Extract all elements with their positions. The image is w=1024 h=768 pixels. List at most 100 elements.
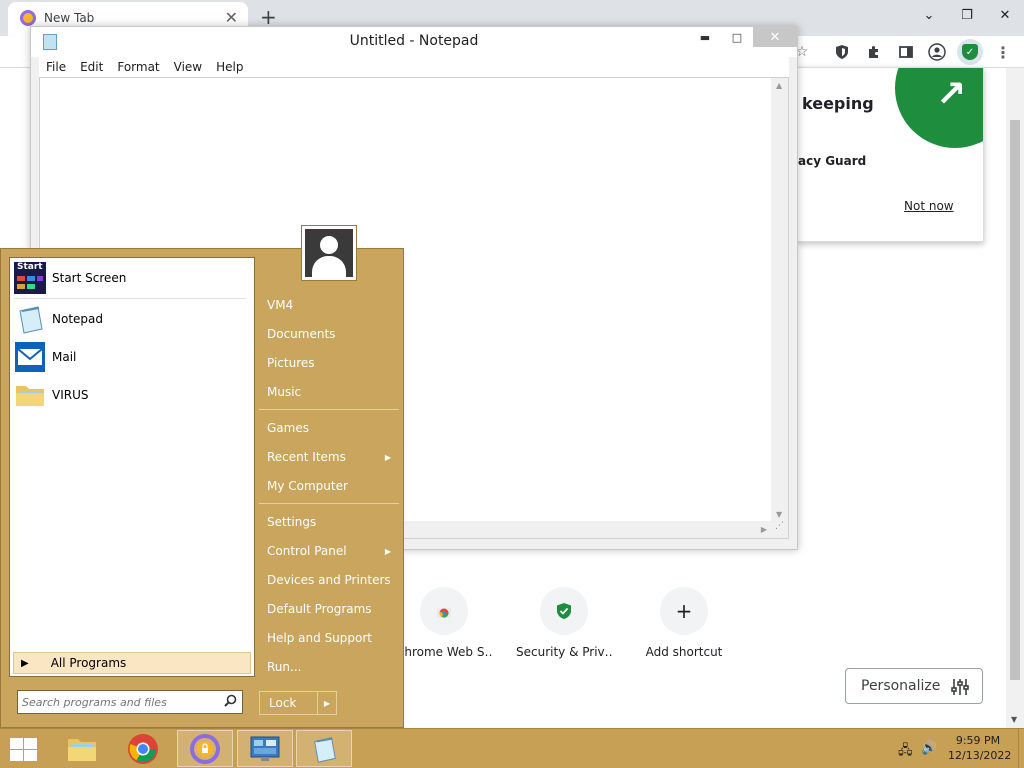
- privacy-browser-icon: [190, 733, 220, 764]
- notepad-titlebar[interactable]: Untitled - Notepad ▬ □ ✕: [31, 27, 797, 57]
- start-item-music[interactable]: Music: [259, 380, 399, 404]
- chrome-restore-button[interactable]: ❐: [948, 0, 986, 30]
- start-item-documents[interactable]: Documents: [259, 322, 399, 346]
- start-right-separator: [259, 409, 399, 410]
- start-item-help-support[interactable]: Help and Support: [259, 626, 399, 650]
- notepad-minimize-button[interactable]: ▬: [689, 27, 721, 47]
- start-item-run[interactable]: Run...: [259, 655, 399, 679]
- notepad-icon: [314, 736, 336, 763]
- start-item-settings[interactable]: Settings: [259, 510, 399, 534]
- start-item-control-panel[interactable]: Control Panel ▶: [259, 539, 399, 563]
- chrome-window-controls: ⌄ ❐ ✕: [910, 0, 1024, 30]
- start-search-box[interactable]: [17, 690, 243, 714]
- chrome-menu-icon[interactable]: ⋮: [993, 42, 1013, 62]
- scroll-down-icon[interactable]: ▼: [1011, 715, 1017, 724]
- user-avatar-icon: [305, 229, 353, 277]
- start-item-recent-items[interactable]: Recent Items ▶: [259, 445, 399, 469]
- menu-help[interactable]: Help: [209, 57, 250, 77]
- start-item-games[interactable]: Games: [259, 416, 399, 440]
- extension-shield-icon[interactable]: [832, 42, 852, 62]
- sliders-icon: [950, 677, 970, 701]
- shortcut-add[interactable]: + Add shortcut: [636, 587, 732, 659]
- program-notepad[interactable]: Notepad: [14, 301, 250, 337]
- taskbar-control-panel[interactable]: [237, 730, 293, 767]
- menu-format[interactable]: Format: [110, 57, 166, 77]
- arrow-up-right-icon: ↗: [936, 74, 967, 115]
- extensions-puzzle-icon[interactable]: [864, 42, 884, 62]
- notepad-close-button[interactable]: ✕: [753, 27, 797, 47]
- lock-label: Lock: [260, 692, 318, 714]
- menu-file[interactable]: File: [39, 57, 73, 77]
- resize-grip-icon[interactable]: ⋰: [771, 521, 788, 538]
- taskbar-chrome[interactable]: [115, 730, 171, 767]
- show-desktop-button[interactable]: [1018, 729, 1024, 768]
- shortcut-label: Security & Priv…: [516, 645, 612, 659]
- program-label: Start Screen: [52, 271, 127, 285]
- chrome-page-scrollbar[interactable]: ▲ ▼: [1006, 68, 1024, 728]
- profile-icon[interactable]: [927, 42, 947, 62]
- clock-date[interactable]: 12/13/2022: [948, 749, 1011, 762]
- start-item-my-computer[interactable]: My Computer: [259, 474, 399, 498]
- privacy-guard-extension-icon[interactable]: ✓: [957, 39, 983, 65]
- taskbar-notepad[interactable]: [296, 730, 352, 767]
- all-programs-button[interactable]: ▶ All Programs: [13, 652, 251, 674]
- volume-icon[interactable]: 🔊: [921, 741, 937, 756]
- shortcut-security-privacy[interactable]: Security & Priv…: [516, 587, 612, 659]
- start-item-vm4[interactable]: VM4: [259, 293, 399, 317]
- chrome-icon: [128, 733, 158, 764]
- personalize-button[interactable]: Personalize: [845, 668, 983, 704]
- plus-icon: +: [660, 587, 708, 635]
- shortcut-label: Chrome Web S…: [396, 645, 492, 659]
- program-label: Mail: [52, 350, 77, 364]
- taskbar-file-explorer[interactable]: [54, 730, 110, 767]
- start-item-pictures[interactable]: Pictures: [259, 351, 399, 375]
- program-label: VIRUS: [52, 388, 89, 402]
- user-picture[interactable]: [301, 225, 357, 281]
- privacy-guard-popup: ↗ keeping acy Guard Not now: [797, 67, 984, 242]
- chrome-web-store-icon: [420, 587, 468, 635]
- taskbar-privacy-browser[interactable]: [177, 730, 233, 767]
- scroll-up-icon[interactable]: ▲: [776, 81, 782, 90]
- scroll-down-icon[interactable]: ▼: [776, 510, 782, 519]
- notepad-maximize-button[interactable]: □: [721, 27, 753, 47]
- folder-icon: [14, 379, 46, 411]
- tab-close-icon[interactable]: ✕: [225, 8, 238, 27]
- search-icon[interactable]: [224, 694, 237, 711]
- control-panel-icon: [250, 736, 280, 761]
- program-virus[interactable]: VIRUS: [14, 377, 250, 413]
- popup-subheading: acy Guard: [798, 154, 867, 168]
- play-arrow-icon: ▶: [21, 657, 29, 669]
- start-item-default-programs[interactable]: Default Programs: [259, 597, 399, 621]
- personalize-label: Personalize: [861, 678, 941, 694]
- notepad-vertical-scrollbar[interactable]: ▲ ▼: [771, 78, 788, 522]
- menu-edit[interactable]: Edit: [73, 57, 110, 77]
- start-item-devices-printers[interactable]: Devices and Printers: [259, 568, 399, 592]
- security-shield-icon: [540, 587, 588, 635]
- start-button[interactable]: [8, 737, 38, 763]
- submenu-arrow-icon: ▶: [384, 546, 391, 556]
- start-search-input[interactable]: [22, 694, 218, 710]
- windows-logo-icon: [10, 738, 23, 749]
- submenu-arrow-icon: ▶: [384, 452, 391, 462]
- notepad-window-controls: ▬ □ ✕: [689, 27, 797, 47]
- program-mail[interactable]: Mail: [14, 339, 250, 375]
- scroll-right-icon[interactable]: ▶: [761, 525, 767, 534]
- lock-button[interactable]: Lock ▶: [259, 691, 337, 715]
- shortcut-chrome-web-store[interactable]: Chrome Web S…: [396, 587, 492, 659]
- scroll-thumb[interactable]: [1010, 120, 1020, 680]
- program-start-screen[interactable]: Start Start Screen: [14, 260, 250, 296]
- program-label: Notepad: [52, 312, 103, 326]
- network-icon[interactable]: 🖧: [898, 741, 913, 763]
- lock-options-arrow-icon[interactable]: ▶: [318, 699, 336, 708]
- chrome-tab-search-icon[interactable]: ⌄: [910, 0, 948, 30]
- start-screen-icon: Start: [14, 262, 46, 294]
- taskbar: 🖧 🔊 9:59 PM 12/13/2022: [0, 728, 1024, 768]
- clock-time[interactable]: 9:59 PM: [948, 734, 1008, 747]
- side-panel-icon[interactable]: [896, 42, 916, 62]
- start-menu: Start Start Screen Notepad Mail VIRUS ▶ …: [0, 225, 404, 728]
- notepad-menubar: File Edit Format View Help: [39, 57, 789, 77]
- chrome-close-button[interactable]: ✕: [986, 0, 1024, 30]
- not-now-link[interactable]: Not now: [904, 199, 954, 213]
- start-menu-programs-pane: Start Start Screen Notepad Mail VIRUS ▶ …: [9, 257, 255, 677]
- menu-view[interactable]: View: [167, 57, 209, 77]
